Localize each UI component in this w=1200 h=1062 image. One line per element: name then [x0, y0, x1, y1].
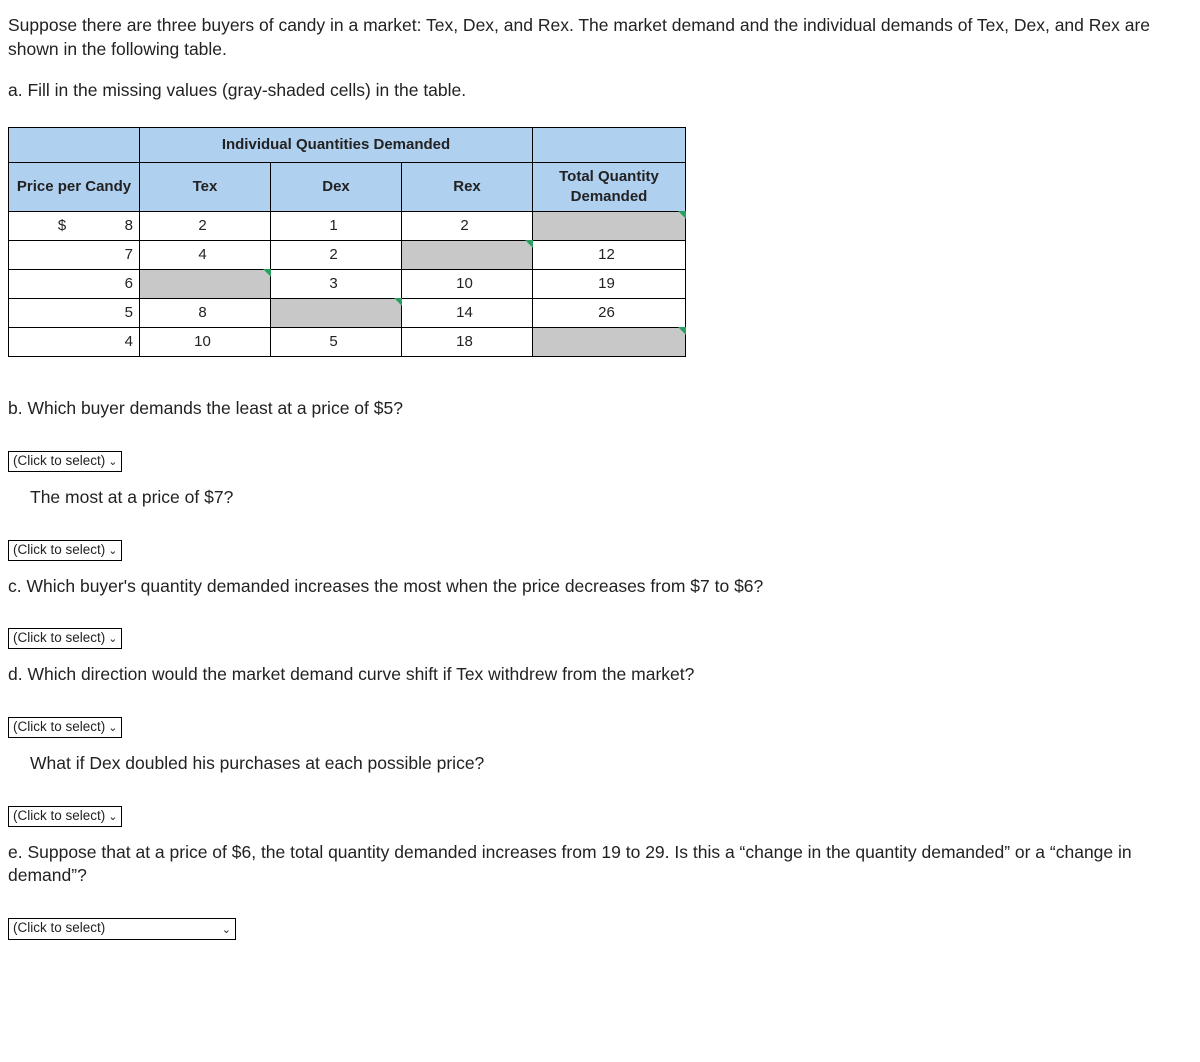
- select-d2[interactable]: (Click to select)⌄: [8, 806, 122, 827]
- table-row: $8212: [9, 212, 686, 241]
- tex-cell: 10: [140, 328, 271, 357]
- dex-cell: 3: [271, 270, 402, 299]
- select-b1[interactable]: (Click to select)⌄: [8, 451, 122, 472]
- rex-cell: 14: [402, 299, 533, 328]
- select-label: (Click to select): [13, 630, 105, 645]
- price-cell: 5: [9, 299, 140, 328]
- dex-cell: 2: [271, 241, 402, 270]
- dex-cell: 5: [271, 328, 402, 357]
- table-row: 410518: [9, 328, 686, 357]
- dex-cell[interactable]: [271, 299, 402, 328]
- rex-cell: 18: [402, 328, 533, 357]
- chevron-down-icon: ⌄: [219, 920, 231, 938]
- part-e-text: e. Suppose that at a price of $6, the to…: [8, 841, 1188, 888]
- price-cell: $8: [9, 212, 140, 241]
- chevron-down-icon: ⌄: [105, 811, 117, 823]
- select-c[interactable]: (Click to select)⌄: [8, 628, 122, 649]
- rex-cell[interactable]: [402, 241, 533, 270]
- th-dex: Dex: [271, 162, 402, 212]
- total-cell: 26: [533, 299, 686, 328]
- total-cell[interactable]: [533, 212, 686, 241]
- part-d-text: d. Which direction would the market dema…: [8, 663, 1188, 687]
- chevron-down-icon: ⌄: [105, 633, 117, 645]
- select-d1[interactable]: (Click to select)⌄: [8, 717, 122, 738]
- select-label: (Click to select): [13, 453, 105, 468]
- table-row: 742 12: [9, 241, 686, 270]
- part-b-text: b. Which buyer demands the least at a pr…: [8, 397, 1188, 421]
- part-a-text: a. Fill in the missing values (gray-shad…: [8, 79, 1188, 103]
- dex-cell: 1: [271, 212, 402, 241]
- table-row: 6 31019: [9, 270, 686, 299]
- total-cell: 19: [533, 270, 686, 299]
- tex-cell: 4: [140, 241, 271, 270]
- price-cell: 7: [9, 241, 140, 270]
- rex-cell: 10: [402, 270, 533, 299]
- chevron-down-icon: ⌄: [105, 722, 117, 734]
- select-label: (Click to select): [13, 808, 105, 823]
- question-intro: Suppose there are three buyers of candy …: [8, 14, 1188, 61]
- select-label: (Click to select): [13, 920, 105, 935]
- tex-cell: 2: [140, 212, 271, 241]
- part-b2-text: The most at a price of $7?: [30, 486, 1188, 510]
- part-d2-text: What if Dex doubled his purchases at eac…: [30, 752, 1188, 776]
- select-label: (Click to select): [13, 542, 105, 557]
- tex-cell[interactable]: [140, 270, 271, 299]
- total-cell[interactable]: [533, 328, 686, 357]
- select-e[interactable]: (Click to select) ⌄: [8, 918, 236, 940]
- tex-cell: 8: [140, 299, 271, 328]
- select-label: (Click to select): [13, 719, 105, 734]
- rex-cell: 2: [402, 212, 533, 241]
- total-cell: 12: [533, 241, 686, 270]
- group-header: Individual Quantities Demanded: [140, 127, 533, 162]
- price-cell: 4: [9, 328, 140, 357]
- chevron-down-icon: ⌄: [105, 456, 117, 468]
- price-cell: 6: [9, 270, 140, 299]
- chevron-down-icon: ⌄: [105, 545, 117, 557]
- part-c-text: c. Which buyer's quantity demanded incre…: [8, 575, 1188, 599]
- th-total: Total Quantity Demanded: [533, 162, 686, 212]
- demand-table: Individual Quantities Demanded Price per…: [8, 127, 686, 358]
- th-tex: Tex: [140, 162, 271, 212]
- select-b2[interactable]: (Click to select)⌄: [8, 540, 122, 561]
- th-price: Price per Candy: [9, 162, 140, 212]
- th-rex: Rex: [402, 162, 533, 212]
- table-row: 58 1426: [9, 299, 686, 328]
